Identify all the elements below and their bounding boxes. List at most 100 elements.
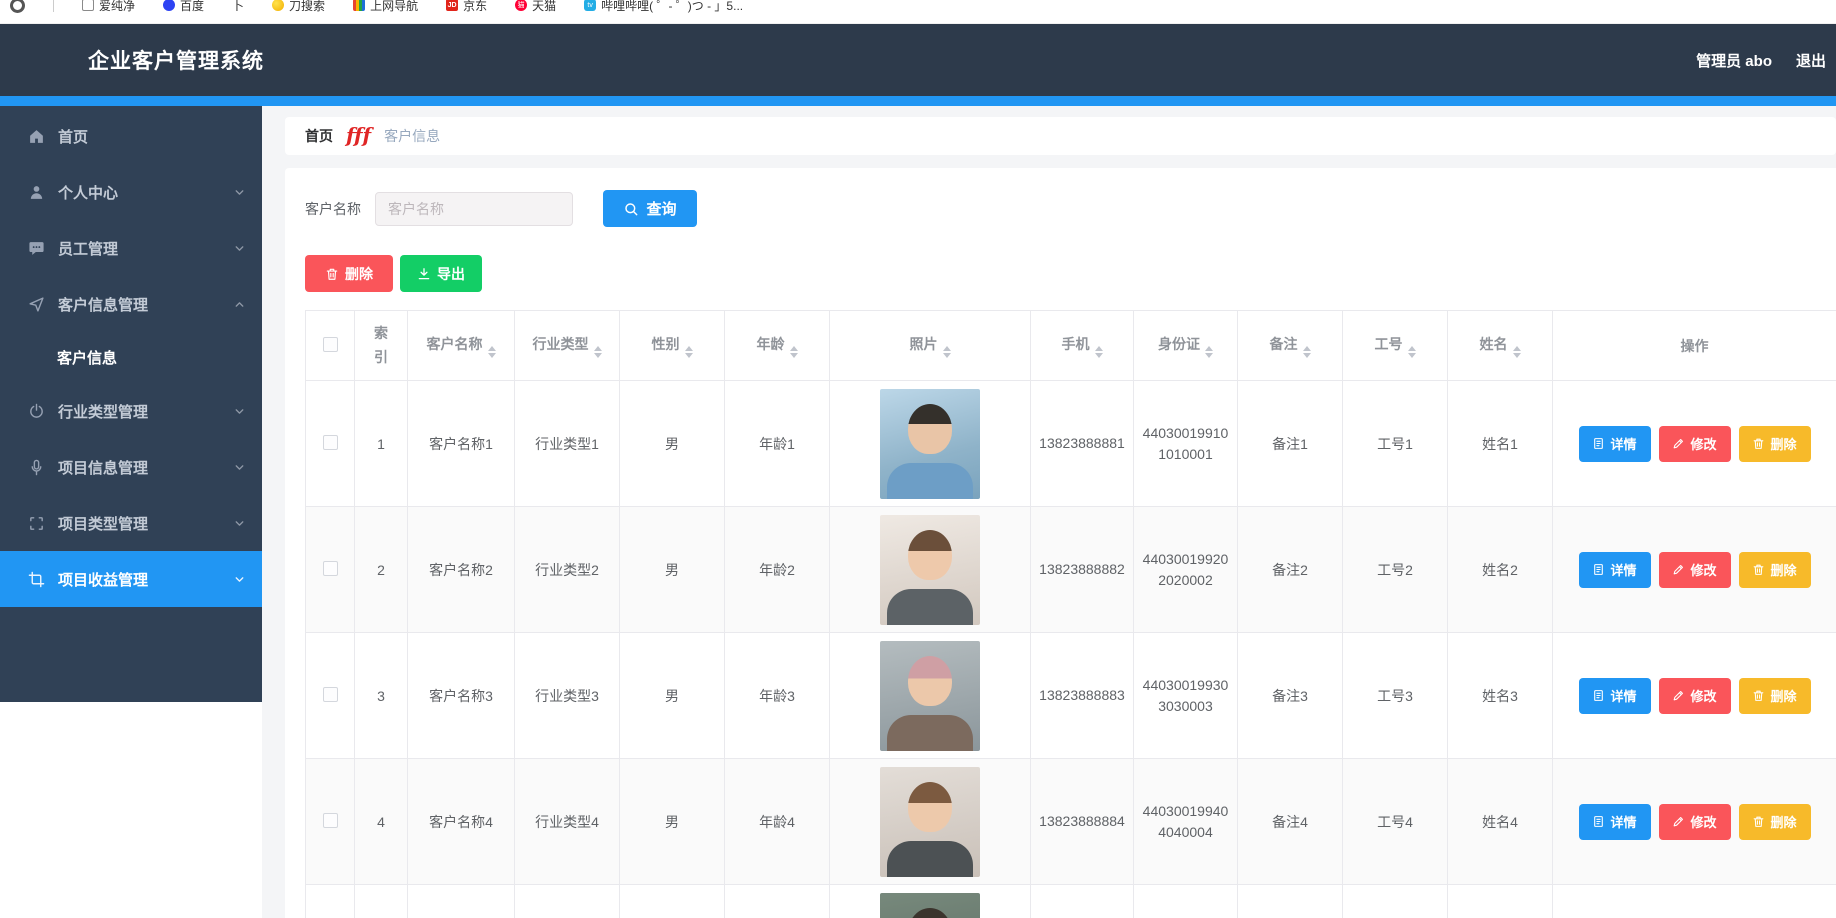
search-row: 客户名称 查询 (305, 190, 1836, 227)
customer-info-panel: 客户名称 查询 删除 导出 (285, 168, 1836, 918)
search-icon (623, 201, 639, 217)
sort-caret-icon[interactable] (790, 346, 798, 358)
column-header-id_card[interactable]: 身份证 (1134, 311, 1238, 381)
row-delete-button[interactable]: 删除 (1739, 552, 1811, 588)
jd-icon (446, 0, 458, 11)
sidebar-item-项目收益管理[interactable]: 项目收益管理 (0, 551, 262, 607)
browser-menu-icon[interactable] (10, 0, 25, 13)
bookmark-item[interactable]: 哔哩哔哩( ゜- ゜)つ - 」5... (584, 0, 743, 14)
cell-name: 客户名称4 (408, 759, 515, 885)
column-header-phone[interactable]: 手机 (1031, 311, 1134, 381)
bookmark-item[interactable]: 刀搜索 (272, 0, 325, 14)
detail-button[interactable]: 详情 (1579, 678, 1651, 714)
cell-note: 备注3 (1238, 633, 1343, 759)
row-actions: 详情修改删除 (1557, 678, 1832, 714)
sort-caret-icon[interactable] (1303, 346, 1311, 358)
column-label: 年龄 (757, 336, 785, 352)
detail-button[interactable]: 详情 (1579, 552, 1651, 588)
table-body: 1客户名称1行业类型1男年龄11382388888144030019910101… (306, 381, 1836, 918)
bookmark-item[interactable]: 百度 (163, 0, 204, 14)
export-button[interactable]: 导出 (400, 255, 482, 292)
column-header-industry[interactable]: 行业类型 (515, 311, 620, 381)
current-user-label: 管理员 abo (1696, 50, 1772, 71)
cell-actions: 详情修改删除 (1553, 885, 1836, 918)
bookmark-item[interactable]: 卜 (232, 0, 244, 14)
edit-button[interactable]: 修改 (1659, 678, 1731, 714)
row-delete-button[interactable]: 删除 (1739, 804, 1811, 840)
column-header-age[interactable]: 年龄 (725, 311, 830, 381)
cell-age: 年龄3 (725, 633, 830, 759)
cell-job-no: 工号4 (1343, 759, 1448, 885)
edit-button[interactable]: 修改 (1659, 804, 1731, 840)
column-header-person_name[interactable]: 姓名 (1448, 311, 1553, 381)
logout-link[interactable]: 退出 (1796, 50, 1826, 71)
column-header-note[interactable]: 备注 (1238, 311, 1343, 381)
detail-button[interactable]: 详情 (1579, 804, 1651, 840)
bookmark-item[interactable]: 京东 (446, 0, 487, 14)
chevron-down-icon (233, 573, 246, 586)
edit-button[interactable]: 修改 (1659, 552, 1731, 588)
query-button[interactable]: 查询 (603, 190, 697, 227)
bookmark-item[interactable]: 上网导航 (353, 0, 418, 14)
column-header-name[interactable]: 客户名称 (408, 311, 515, 381)
sidebar-subitem-客户信息[interactable]: 客户信息 (0, 332, 262, 383)
portrait-photo-4 (880, 767, 980, 877)
row-actions: 详情修改 删除 (1557, 552, 1832, 588)
table-header-row: 索引客户名称行业类型性别年龄照片手机身份证备注工号姓名操作 (306, 311, 1836, 381)
photo-torso (887, 841, 973, 877)
row-checkbox[interactable] (323, 561, 338, 576)
row-checkbox[interactable] (323, 687, 338, 702)
sort-desc-arrow (1513, 353, 1521, 358)
sidebar-item-员工管理[interactable]: 员工管理 (0, 220, 262, 276)
column-header-actions: 操作 (1553, 311, 1836, 381)
cell-industry (515, 885, 620, 918)
sort-caret-icon[interactable] (943, 346, 951, 358)
row-checkbox[interactable] (323, 813, 338, 828)
column-header-select[interactable] (306, 311, 355, 381)
bulk-delete-button[interactable]: 删除 (305, 255, 393, 292)
sidebar-item-项目类型管理[interactable]: 项目类型管理 (0, 495, 262, 551)
sidebar-item-客户信息管理[interactable]: 客户信息管理 (0, 276, 262, 332)
row-delete-button[interactable]: 删除 (1739, 678, 1811, 714)
row-checkbox[interactable] (323, 435, 338, 450)
customer-name-input[interactable] (375, 192, 573, 226)
bookmark-item[interactable]: 爱纯净 (82, 0, 135, 14)
cell-id-card-value: 440300199404040004 (1141, 801, 1231, 843)
table-row: 4客户名称4行业类型4男年龄41382388888444030019940404… (306, 759, 1836, 885)
detail-button-label: 详情 (1610, 434, 1636, 453)
row-delete-button[interactable]: 删除 (1739, 426, 1811, 462)
trash-icon (1752, 815, 1765, 828)
customer-table: 索引客户名称行业类型性别年龄照片手机身份证备注工号姓名操作 1客户名称1行业类型… (305, 310, 1836, 918)
row-delete-button-label: 删除 (1770, 560, 1796, 579)
bookmarks-list: 爱纯净 百度 卜 刀搜索 上网导航 京东 天猫 哔哩哔哩( ゜- ゜)つ - 」5... (0, 0, 1836, 19)
cell-job-no: 工号1 (1343, 381, 1448, 507)
sort-caret-icon[interactable] (1408, 346, 1416, 358)
sort-desc-arrow (488, 353, 496, 358)
edit-button[interactable]: 修改 (1659, 426, 1731, 462)
portrait-photo-5 (880, 893, 980, 918)
sidebar-item-首页[interactable]: 首页 (0, 108, 262, 164)
screen: 爱纯净百度卜刀搜索上网导航京东天猫哔哩哔哩( ゜- ゜)つ - 」5... 企业… (0, 0, 1836, 918)
cell-select (306, 381, 355, 507)
sort-caret-icon[interactable] (488, 346, 496, 358)
sort-asc-arrow (594, 346, 602, 351)
column-header-job_no[interactable]: 工号 (1343, 311, 1448, 381)
sort-caret-icon[interactable] (685, 346, 693, 358)
breadcrumb-home-link[interactable]: 首页 (305, 126, 333, 146)
sidebar-item-个人中心[interactable]: 个人中心 (0, 164, 262, 220)
bookmark-item[interactable]: 天猫 (515, 0, 556, 14)
column-header-photo[interactable]: 照片 (830, 311, 1031, 381)
table-row: 详情修改删除 (306, 885, 1836, 918)
sidebar-item-行业类型管理[interactable]: 行业类型管理 (0, 383, 262, 439)
cell-select (306, 885, 355, 918)
column-header-gender[interactable]: 性别 (620, 311, 725, 381)
photo-face (908, 404, 952, 454)
sort-caret-icon[interactable] (1513, 346, 1521, 358)
sort-caret-icon[interactable] (1205, 346, 1213, 358)
select-all-checkbox[interactable] (323, 337, 338, 352)
bookmark-label: 卜 (232, 0, 244, 14)
detail-button[interactable]: 详情 (1579, 426, 1651, 462)
sidebar-item-项目信息管理[interactable]: 项目信息管理 (0, 439, 262, 495)
sort-caret-icon[interactable] (1095, 346, 1103, 358)
sort-caret-icon[interactable] (594, 346, 602, 358)
